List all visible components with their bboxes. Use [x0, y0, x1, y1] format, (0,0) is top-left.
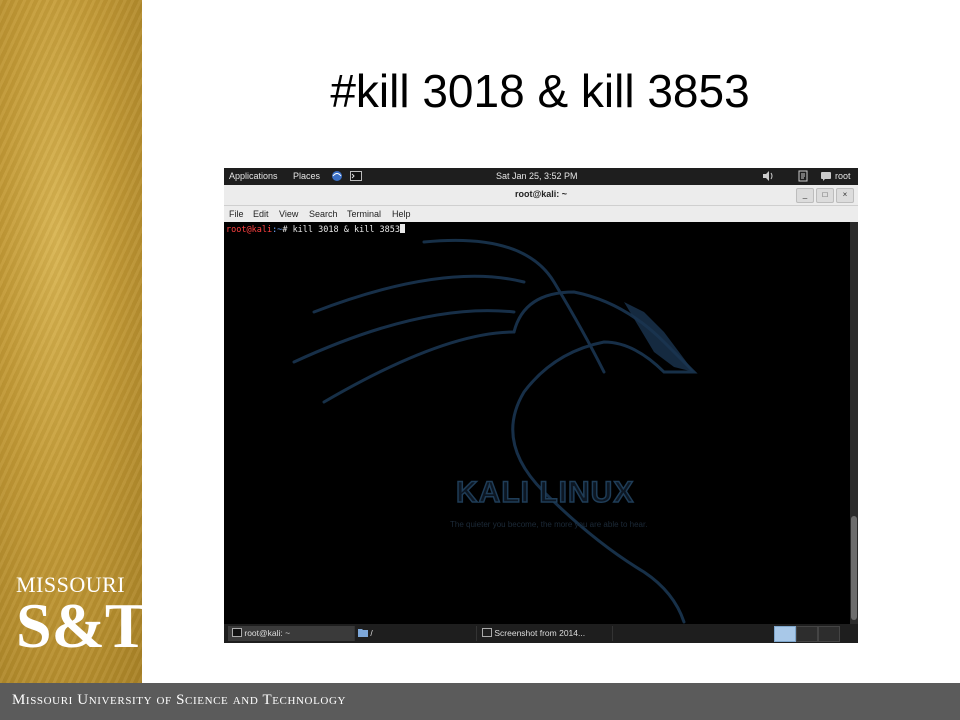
task-folder[interactable]: /: [354, 626, 477, 641]
workspace-2[interactable]: [796, 626, 818, 642]
volume-icon[interactable]: [762, 170, 774, 182]
task-label: /: [370, 628, 373, 638]
terminal-titlebar[interactable]: root@kali: ~ _ □ ×: [224, 185, 858, 206]
task-screenshot[interactable]: Screenshot from 2014...: [478, 626, 613, 641]
menu-file[interactable]: File: [229, 209, 244, 219]
terminal-menubar: File Edit View Search Terminal Help: [224, 206, 858, 222]
maximize-button[interactable]: □: [816, 188, 834, 203]
minimize-button[interactable]: _: [796, 188, 814, 203]
kali-tagline: The quieter you become, the more you are…: [450, 520, 648, 529]
command-line[interactable]: root@kali:~# kill 3018 & kill 3853: [226, 224, 406, 235]
task-terminal[interactable]: root@kali: ~: [228, 626, 355, 641]
prompt-user: root@kali: [226, 225, 273, 235]
user-menu[interactable]: root: [835, 171, 851, 181]
scrollbar-thumb[interactable]: [851, 516, 857, 620]
task-label: root@kali: ~: [244, 628, 291, 638]
missouri-st-logo: MISSOURI S&T: [16, 572, 148, 661]
footer-bar: Missouri University of Science and Techn…: [0, 683, 960, 720]
terminal-area[interactable]: root@kali:~# kill 3018 & kill 3853 KALI …: [224, 222, 850, 624]
image-viewer-icon: [482, 628, 492, 637]
prompt-symbol: #: [282, 225, 293, 235]
kali-linux-logo-text: KALI LINUX: [455, 475, 635, 510]
kali-dragon-icon: [292, 238, 698, 624]
task-label: Screenshot from 2014...: [494, 628, 586, 638]
applications-menu[interactable]: Applications: [229, 171, 278, 181]
places-menu[interactable]: Places: [293, 171, 320, 181]
folder-icon: [358, 629, 368, 637]
text-cursor: [400, 224, 406, 233]
kali-screenshot: Applications Places Sat Jan 25, 3:52 PM …: [224, 168, 858, 643]
workspace-3[interactable]: [818, 626, 840, 642]
prompt-path: :~: [272, 225, 283, 235]
clock[interactable]: Sat Jan 25, 3:52 PM: [496, 171, 578, 181]
window-title: root@kali: ~: [514, 189, 568, 199]
command-text: kill 3018 & kill 3853: [292, 225, 401, 235]
chat-icon[interactable]: [820, 170, 832, 182]
terminal-icon: [232, 628, 242, 637]
workspace-1[interactable]: [774, 626, 796, 642]
logo-st-text: S&T: [16, 590, 148, 661]
clipboard-icon[interactable]: [797, 170, 809, 182]
gnome-top-panel: Applications Places Sat Jan 25, 3:52 PM …: [224, 168, 858, 185]
browser-icon[interactable]: [331, 170, 343, 182]
terminal-scrollbar[interactable]: [850, 222, 858, 624]
university-name: Missouri University of Science and Techn…: [12, 692, 347, 708]
menu-search[interactable]: Search: [309, 209, 338, 219]
menu-terminal[interactable]: Terminal: [347, 209, 381, 219]
close-button[interactable]: ×: [836, 188, 854, 203]
bottom-taskbar: root@kali: ~ / Screenshot from 2014...: [224, 624, 858, 643]
menu-edit[interactable]: Edit: [253, 209, 269, 219]
menu-view[interactable]: View: [279, 209, 298, 219]
gold-sidebar: MISSOURI S&T: [0, 0, 148, 683]
terminal-launcher-icon[interactable]: [350, 170, 362, 182]
slide-title: #kill 3018 & kill 3853: [330, 65, 750, 117]
menu-help[interactable]: Help: [392, 209, 411, 219]
